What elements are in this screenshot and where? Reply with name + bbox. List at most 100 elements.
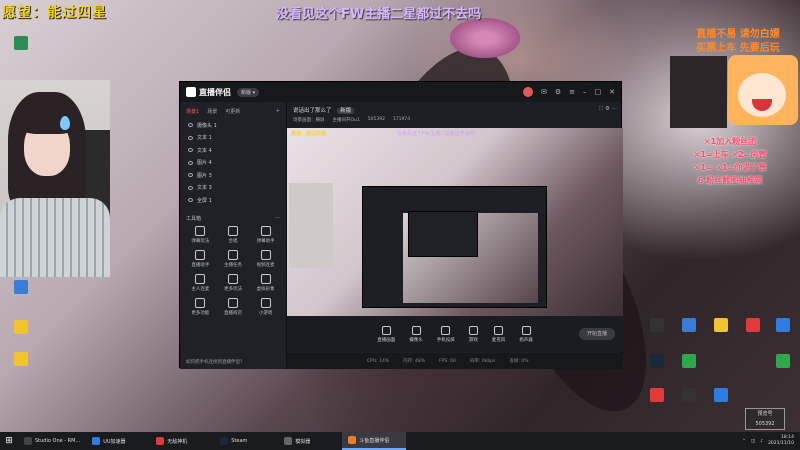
layer-item[interactable]: 摄像头 1 bbox=[180, 119, 286, 132]
app-icon bbox=[284, 437, 293, 445]
gift-rules-board: ×1加入粉丝团 ×1=上车 ×2=房管 ×1= ×1=你说了算 6.粉丝截图抽推… bbox=[662, 135, 798, 187]
layer-item[interactable]: 文本 1 bbox=[180, 132, 286, 145]
eye-icon[interactable] bbox=[188, 148, 193, 153]
tool-more-features[interactable]: 更多功能 bbox=[184, 297, 217, 316]
live-companion-window[interactable]: 直播伴侣 新版 ▾ ✉ ⚙ ≡ – □ ✕ 场景1 场景 可更新 + 摄像头 1… bbox=[179, 81, 623, 369]
room-tag[interactable]: 新版 bbox=[337, 108, 355, 114]
add-game-button[interactable]: 游戏 bbox=[468, 325, 478, 343]
microphone-button[interactable]: 麦克风 bbox=[492, 325, 505, 343]
gift-line: 6.粉丝截图抽推票 bbox=[697, 176, 763, 185]
desktop-icon-app[interactable] bbox=[4, 320, 38, 336]
room-number-label: 预览号 bbox=[757, 411, 773, 417]
clock-date: 2021/11/10 bbox=[768, 441, 794, 446]
desktop-icon-app[interactable] bbox=[672, 388, 706, 404]
version-badge[interactable]: 新版 ▾ bbox=[237, 87, 260, 97]
layer-item[interactable]: 图片 3 bbox=[180, 169, 286, 182]
tool-live-store[interactable]: 直播商店 bbox=[217, 297, 250, 316]
tool-more-play[interactable]: 更多玩法 bbox=[217, 273, 250, 292]
tool-live-helper[interactable]: 直播助手 bbox=[184, 249, 217, 268]
tool-host-link[interactable]: 主人连麦 bbox=[184, 273, 217, 292]
tool-label: 弹幕助手 bbox=[256, 238, 275, 244]
tool-streamer-task[interactable]: 主播任务 bbox=[217, 249, 250, 268]
desktop-icon-app[interactable] bbox=[640, 318, 674, 334]
eye-icon[interactable] bbox=[188, 160, 193, 165]
windows-taskbar: ⊞ Studio One - RM... UU加速器 无敌神机 Steam 模拟… bbox=[0, 432, 800, 450]
camera-icon bbox=[411, 325, 421, 335]
desktop-icon-app[interactable] bbox=[766, 354, 800, 370]
desktop-icon-app[interactable] bbox=[672, 354, 706, 370]
taskbar-item[interactable]: Steam bbox=[214, 432, 278, 450]
tool-label: 更多功能 bbox=[191, 310, 210, 316]
tool-mini-game[interactable]: 小游戏 bbox=[249, 297, 282, 316]
desktop-icon-app[interactable] bbox=[736, 318, 770, 334]
eye-icon[interactable] bbox=[188, 198, 193, 203]
maximize-icon[interactable]: □ bbox=[595, 88, 602, 96]
layer-label: 全屏 1 bbox=[197, 197, 212, 204]
layer-item[interactable]: 文本 4 bbox=[180, 144, 286, 157]
header-tools-icons[interactable]: ⛶ ⚙ ⋯ bbox=[599, 106, 617, 113]
eye-icon[interactable] bbox=[188, 173, 193, 178]
settings-icon[interactable]: ⚙ bbox=[555, 88, 561, 96]
tool-danmaku-play[interactable]: 弹幕玩法 bbox=[184, 225, 217, 244]
more-icon[interactable]: ⋯ bbox=[275, 215, 280, 222]
message-icon[interactable]: ✉ bbox=[541, 88, 547, 96]
desktop-icon-app[interactable] bbox=[4, 352, 38, 368]
desktop-icon-app[interactable] bbox=[704, 388, 738, 404]
desktop-icon-app[interactable] bbox=[640, 388, 674, 404]
tray-chevron-icon[interactable]: ⌃ bbox=[742, 439, 746, 444]
stream-preview[interactable]: 愿望：能过四星 没看见这个FW主播二星都过不去吗 bbox=[287, 128, 623, 316]
tool-video-link[interactable]: 视频连麦 bbox=[249, 249, 282, 268]
close-icon[interactable]: ✕ bbox=[609, 88, 615, 96]
action-label: 游戏 bbox=[468, 337, 478, 343]
app-icon bbox=[348, 436, 357, 444]
desktop-icon-app[interactable] bbox=[672, 318, 706, 334]
menu-icon[interactable]: ≡ bbox=[569, 88, 575, 96]
clock[interactable]: 18:14 2021/11/10 bbox=[768, 435, 794, 447]
layer-item[interactable]: 全屏 1 bbox=[180, 194, 286, 207]
add-phone-cast-button[interactable]: 手机投屏 bbox=[437, 325, 455, 343]
status-item: CPU: 14% bbox=[367, 358, 390, 364]
network-icon[interactable]: ◫ bbox=[751, 439, 755, 444]
desktop-icon-steam[interactable] bbox=[640, 354, 674, 370]
stream-wish-overlay: 愿望：能过四星 bbox=[2, 5, 107, 21]
tool-label: 更多玩法 bbox=[223, 286, 242, 292]
taskbar-item-active[interactable]: 斗鱼直播伴侣 bbox=[342, 432, 407, 450]
tool-chorus[interactable]: 合唱 bbox=[217, 225, 250, 244]
tab-scene-1[interactable]: 场景1 bbox=[186, 108, 199, 115]
tool-icon bbox=[227, 273, 238, 284]
app-titlebar[interactable]: 直播伴侣 新版 ▾ ✉ ⚙ ≡ – □ ✕ bbox=[180, 82, 621, 102]
speaker-button[interactable]: 扬声器 bbox=[519, 325, 533, 343]
desktop-icon-app[interactable] bbox=[766, 318, 800, 334]
add-screen-button[interactable]: 直播画面 bbox=[377, 325, 395, 343]
eye-icon[interactable] bbox=[188, 135, 193, 140]
nested-preview-window-2 bbox=[408, 211, 478, 257]
volume-icon[interactable]: ♪ bbox=[760, 439, 763, 444]
minimize-icon[interactable]: – bbox=[583, 88, 587, 96]
tool-avatar[interactable]: 虚拟形象 bbox=[249, 273, 282, 292]
wallpaper-bow bbox=[450, 18, 520, 58]
taskbar-item[interactable]: 模拟器 bbox=[278, 432, 342, 450]
desktop-icon-app[interactable] bbox=[4, 280, 38, 296]
layer-item[interactable]: 文本 3 bbox=[180, 182, 286, 195]
status-item: 内存: 48% bbox=[403, 359, 426, 364]
windows-start-icon[interactable]: ⊞ bbox=[0, 432, 18, 450]
add-camera-button[interactable]: 摄像头 bbox=[409, 325, 423, 343]
tab-scene[interactable]: 场景 bbox=[207, 108, 217, 115]
desktop-icon-app[interactable] bbox=[704, 318, 738, 334]
layer-item[interactable]: 图片 4 bbox=[180, 157, 286, 170]
add-scene-icon[interactable]: + bbox=[276, 108, 280, 115]
taskbar-item[interactable]: 无敌神机 bbox=[150, 432, 214, 450]
action-label: 扬声器 bbox=[519, 337, 533, 343]
tool-danmaku-helper[interactable]: 弹幕助手 bbox=[249, 225, 282, 244]
taskbar-item[interactable]: UU加速器 bbox=[86, 432, 150, 450]
user-avatar[interactable] bbox=[522, 87, 533, 97]
start-live-button[interactable]: 开始直播 bbox=[579, 328, 615, 340]
tab-update[interactable]: 可更新 bbox=[225, 108, 240, 115]
eye-icon[interactable] bbox=[188, 123, 193, 128]
taskbar-item[interactable]: Studio One - RM... bbox=[18, 432, 86, 450]
eye-icon[interactable] bbox=[188, 185, 193, 190]
preview-wish-text: 愿望：能过四星 bbox=[291, 131, 327, 137]
phone-connect-link[interactable]: 如何把手机连接到直播伴侣？ bbox=[186, 359, 245, 365]
desktop-icon-excel[interactable] bbox=[4, 36, 38, 52]
room-title[interactable]: 说话出了那么了 bbox=[293, 108, 332, 114]
